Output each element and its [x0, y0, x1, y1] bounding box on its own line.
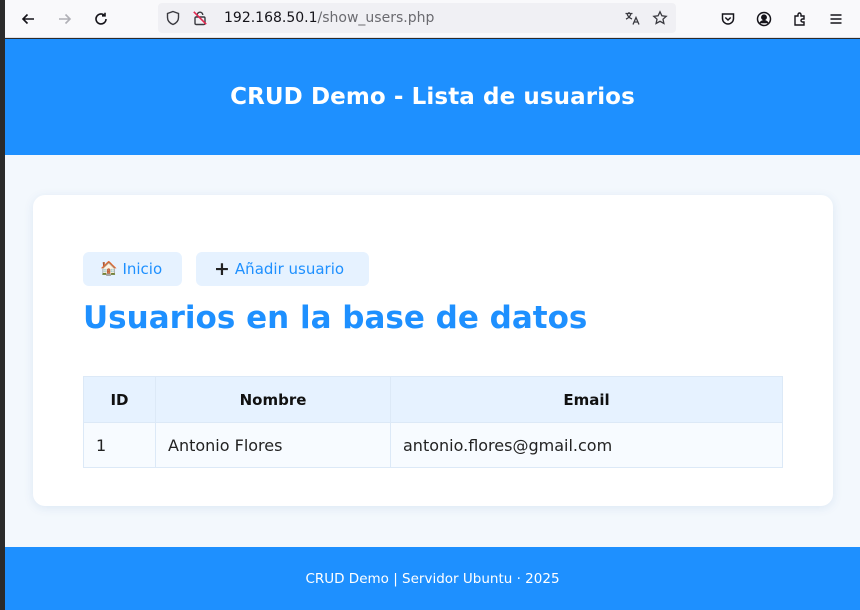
cell-id: 1 — [83, 422, 156, 468]
forward-icon[interactable] — [54, 8, 76, 30]
browser-toolbar: 192.168.50.1/show_users.php — [5, 0, 860, 38]
extensions-icon[interactable] — [789, 8, 811, 30]
home-button[interactable]: 🏠 Inicio — [83, 252, 182, 286]
users-table: ID Nombre Email 1 Antonio Flores antonio… — [83, 376, 783, 468]
column-header-id: ID — [83, 376, 156, 423]
account-icon[interactable] — [753, 8, 775, 30]
shield-icon[interactable] — [164, 9, 182, 27]
add-user-button[interactable]: + Añadir usuario — [196, 252, 369, 286]
url-text[interactable]: 192.168.50.1/show_users.php — [224, 10, 434, 26]
section-title: Usuarios en la base de datos — [83, 300, 588, 336]
page-footer: CRUD Demo | Servidor Ubuntu · 2025 — [5, 547, 860, 610]
home-button-label: Inicio — [122, 260, 163, 278]
table-row: 1 Antonio Flores antonio.flores@gmail.co… — [83, 422, 783, 468]
reload-icon[interactable] — [90, 8, 112, 30]
url-bar[interactable]: 192.168.50.1/show_users.php — [158, 3, 676, 33]
pocket-icon[interactable] — [717, 8, 739, 30]
content-card: 🏠 Inicio + Añadir usuario Usuarios en la… — [33, 195, 833, 506]
cell-name: Antonio Flores — [155, 422, 391, 468]
translate-icon[interactable] — [623, 9, 641, 27]
house-icon: 🏠 — [100, 261, 118, 277]
plus-icon: + — [214, 257, 230, 280]
table-header-row: ID Nombre Email — [83, 376, 783, 423]
header-title: CRUD Demo - Lista de usuarios — [230, 84, 635, 110]
column-header-name: Nombre — [155, 376, 391, 423]
page: CRUD Demo - Lista de usuarios 🏠 Inicio +… — [5, 39, 860, 610]
insecure-lock-icon[interactable] — [191, 9, 209, 27]
footer-text: CRUD Demo | Servidor Ubuntu · 2025 — [305, 570, 560, 587]
url-path: /show_users.php — [317, 10, 435, 26]
column-header-email: Email — [390, 376, 783, 423]
bookmark-star-icon[interactable] — [651, 9, 669, 27]
cell-email: antonio.flores@gmail.com — [390, 422, 783, 468]
add-user-button-label: Añadir usuario — [234, 260, 345, 278]
page-header: CRUD Demo - Lista de usuarios — [5, 39, 860, 155]
back-icon[interactable] — [17, 8, 39, 30]
url-host: 192.168.50.1 — [224, 10, 318, 26]
menu-icon[interactable] — [825, 8, 847, 30]
